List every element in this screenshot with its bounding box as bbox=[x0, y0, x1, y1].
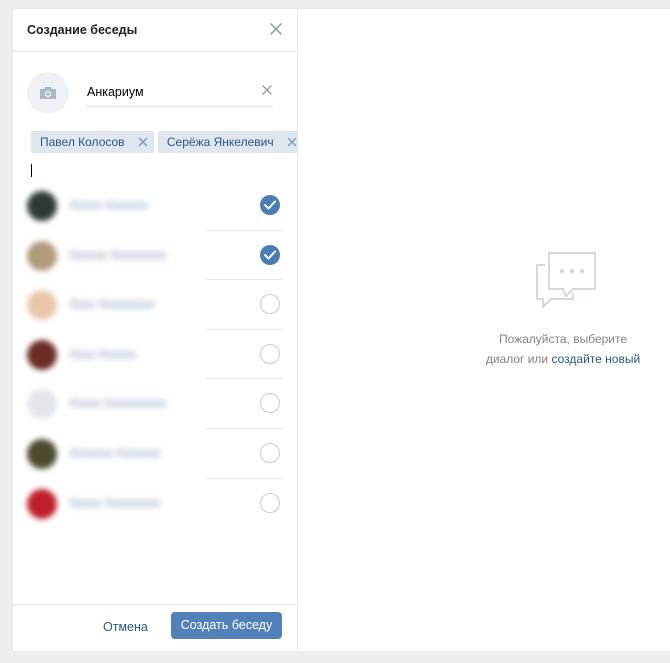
avatar bbox=[27, 389, 57, 420]
friend-checkbox[interactable] bbox=[260, 492, 280, 513]
member-token-label: Павел Колосов bbox=[40, 135, 125, 149]
dialog-area: Пожалуйста, выберите диалог или создайте… bbox=[298, 9, 670, 651]
panel-footer: Отмена Создать беседу bbox=[13, 604, 297, 651]
member-search-caret[interactable] bbox=[31, 164, 32, 177]
remove-member-icon[interactable] bbox=[287, 137, 297, 147]
member-token-label: Серёжа Янкелевич bbox=[166, 135, 274, 149]
friend-checkbox[interactable] bbox=[260, 343, 280, 364]
friends-list: Xxxxx Xxxxxxx Xxxxxx Xxxxxxxxx Xxxx Xxxx… bbox=[13, 181, 297, 528]
avatar bbox=[27, 240, 57, 271]
list-item[interactable]: Xxxxx Xxxxxxxxx bbox=[13, 479, 297, 529]
empty-state-line1: Пожалуйста, выберите bbox=[498, 332, 628, 346]
close-icon[interactable] bbox=[269, 22, 283, 36]
list-item[interactable]: Xxxxx Xxxxxxxxxx bbox=[13, 379, 297, 429]
avatar bbox=[27, 290, 57, 321]
friend-checkbox[interactable] bbox=[260, 442, 280, 463]
clear-name-icon[interactable] bbox=[261, 84, 273, 96]
list-item[interactable]: Xxxx Xxxxxxxxx bbox=[13, 280, 297, 330]
list-item[interactable]: Xxxxxx Xxxxxxxxx bbox=[13, 231, 297, 281]
friend-checkbox[interactable] bbox=[260, 244, 280, 265]
panel-title: Создание беседы bbox=[27, 23, 138, 37]
chat-photo-upload[interactable] bbox=[27, 72, 69, 114]
chat-name-row bbox=[27, 72, 289, 116]
friend-name: Xxxx Xxxxxx bbox=[69, 346, 137, 361]
empty-state-line2: диалог или создайте новый bbox=[458, 349, 668, 369]
friend-checkbox[interactable] bbox=[260, 393, 280, 414]
empty-state-prefix: диалог или bbox=[485, 352, 552, 366]
list-item[interactable]: Xxxxx Xxxxxxx bbox=[13, 181, 297, 231]
check-icon bbox=[264, 250, 276, 260]
friend-name: Xxxx Xxxxxxxxx bbox=[69, 297, 155, 312]
member-token[interactable]: Павел Колосов bbox=[31, 131, 154, 153]
chat-bubbles-icon bbox=[536, 252, 596, 308]
messenger-window: Создание беседы Анкариум Павел Колосов С… bbox=[12, 8, 670, 651]
selected-members: Павел Колосов Серёжа Янкелевич bbox=[31, 131, 307, 153]
friend-name: Xxxxxx Xxxxxxxxx bbox=[69, 247, 167, 262]
list-item[interactable]: Xxxx Xxxxxx bbox=[13, 330, 297, 380]
list-item[interactable]: Xxxxxxx Xxxxxxx bbox=[13, 429, 297, 479]
camera-icon bbox=[40, 87, 56, 99]
check-icon bbox=[264, 200, 276, 210]
friend-name: Xxxxxxx Xxxxxxx bbox=[69, 445, 161, 460]
cancel-button[interactable]: Отмена bbox=[103, 620, 148, 634]
friend-name: Xxxxx Xxxxxxxxxx bbox=[69, 396, 167, 411]
panel-header: Создание беседы bbox=[13, 9, 297, 52]
friend-name: Xxxxx Xxxxxxxxx bbox=[69, 495, 161, 510]
create-chat-button[interactable]: Создать беседу bbox=[171, 612, 282, 639]
friend-checkbox[interactable] bbox=[260, 294, 280, 315]
remove-member-icon[interactable] bbox=[138, 137, 148, 147]
chat-name-input[interactable] bbox=[85, 77, 273, 107]
create-chat-panel: Создание беседы Анкариум Павел Колосов С… bbox=[13, 9, 303, 651]
avatar bbox=[27, 339, 57, 370]
friend-name: Xxxxx Xxxxxxx bbox=[69, 198, 149, 212]
avatar bbox=[27, 191, 57, 221]
empty-state-text: Пожалуйста, выберите диалог или создайте… bbox=[458, 329, 668, 369]
friend-checkbox[interactable] bbox=[260, 195, 280, 215]
avatar bbox=[27, 438, 57, 469]
member-token[interactable]: Серёжа Янкелевич bbox=[157, 131, 303, 153]
avatar bbox=[27, 488, 57, 519]
create-new-link[interactable]: создайте новый bbox=[551, 352, 640, 366]
